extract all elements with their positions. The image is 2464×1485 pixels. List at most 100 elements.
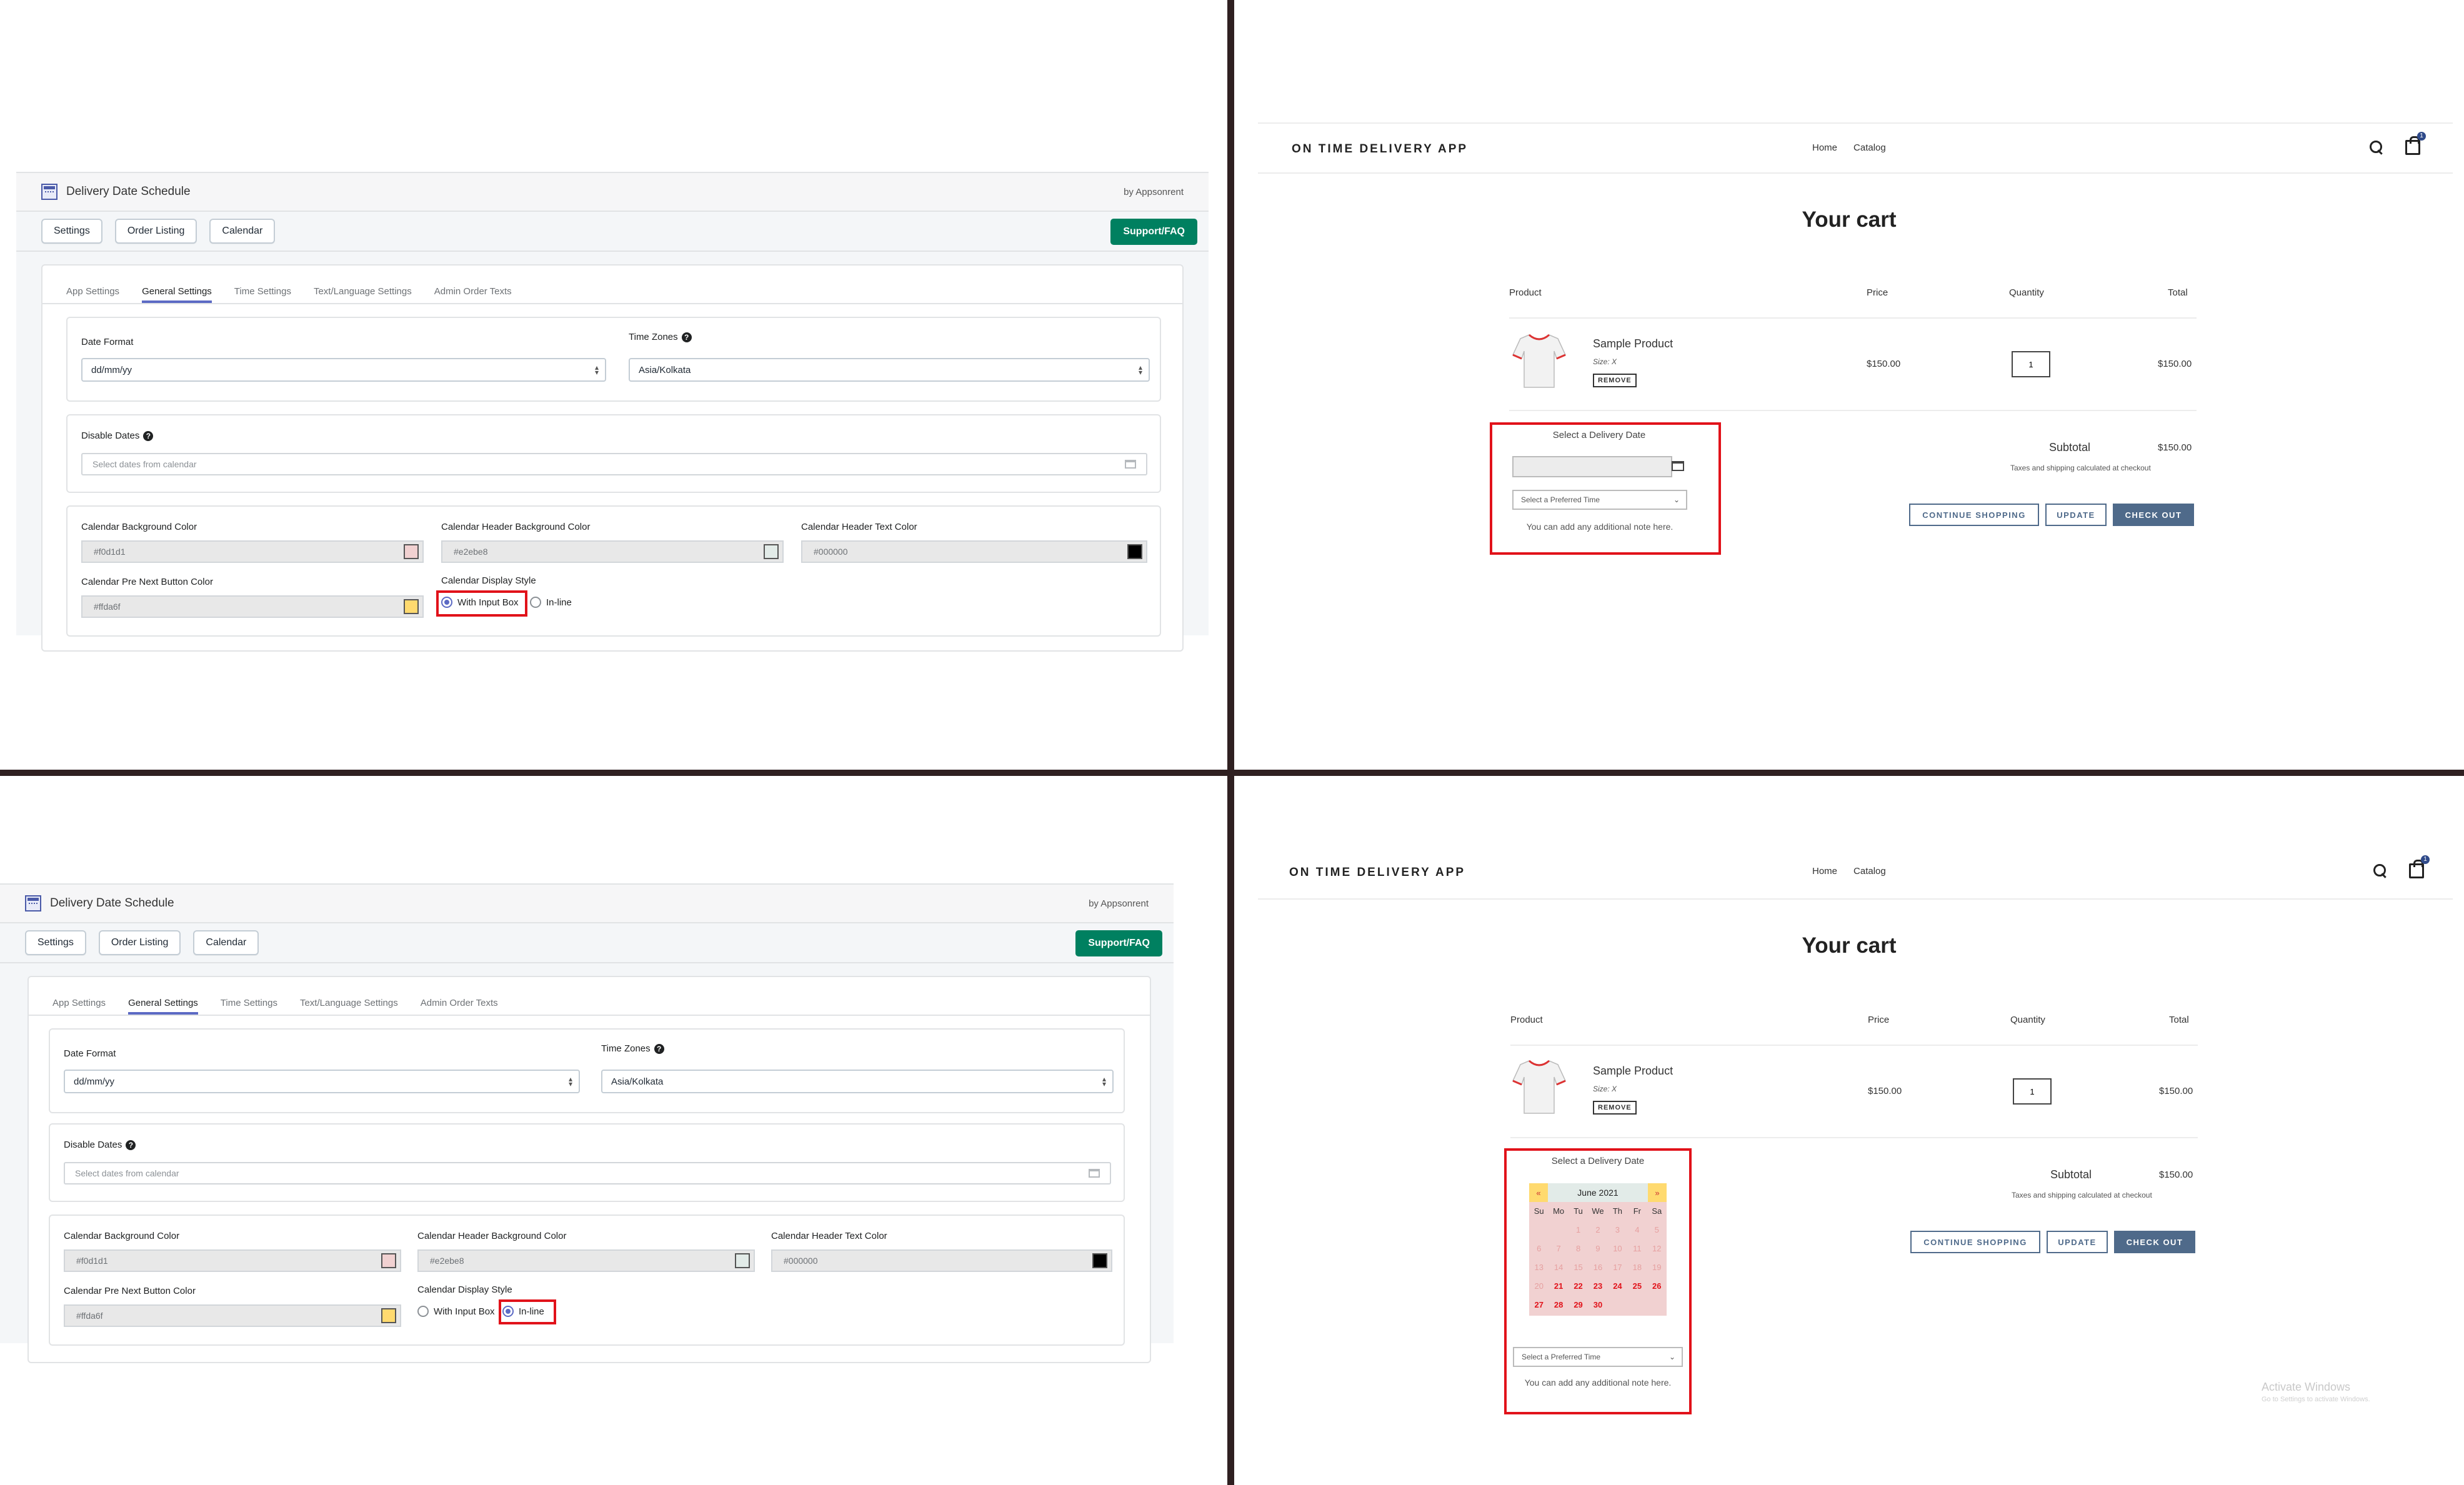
calendar-day-available[interactable]: 27 <box>1529 1296 1549 1314</box>
product-name[interactable]: Sample Product <box>1593 1065 1673 1078</box>
cal-header-text-swatch[interactable] <box>1127 544 1142 559</box>
support-faq-button[interactable]: Support/FAQ <box>1110 219 1197 245</box>
cal-header-text-value: #000000 <box>784 1256 818 1266</box>
calendar-day-disabled: 17 <box>1613 1263 1622 1272</box>
cal-prenext-swatch[interactable] <box>404 599 419 614</box>
tab-time-settings[interactable]: Time Settings <box>221 998 277 1015</box>
header-divider <box>1258 172 2453 174</box>
order-listing-button[interactable]: Order Listing <box>114 219 197 244</box>
checkout-button[interactable]: CHECK OUT <box>2114 1231 2195 1253</box>
app-title: Delivery Date Schedule <box>66 185 191 198</box>
store-brand[interactable]: ON TIME DELIVERY APP <box>1289 866 1465 880</box>
cal-header-text-input[interactable]: #000000 <box>771 1249 1112 1272</box>
time-zone-value: Asia/Kolkata <box>639 364 691 375</box>
tab-general-settings[interactable]: General Settings <box>128 998 198 1015</box>
settings-button[interactable]: Settings <box>25 930 86 955</box>
order-listing-button[interactable]: Order Listing <box>98 930 181 955</box>
product-image[interactable] <box>1510 330 1568 390</box>
calendar-day-available[interactable]: 24 <box>1608 1277 1627 1296</box>
tab-time-settings[interactable]: Time Settings <box>234 286 291 303</box>
cal-bg-input[interactable]: #f0d1d1 <box>64 1249 401 1272</box>
store-brand[interactable]: ON TIME DELIVERY APP <box>1292 142 1468 156</box>
tab-text-language-settings[interactable]: Text/Language Settings <box>300 998 398 1015</box>
disable-dates-input[interactable]: Select dates from calendar <box>81 453 1147 475</box>
support-faq-button[interactable]: Support/FAQ <box>1075 930 1162 956</box>
calendar-button[interactable]: Calendar <box>209 219 276 244</box>
calendar-day-available[interactable]: 29 <box>1569 1296 1588 1314</box>
time-zone-select[interactable]: Asia/Kolkata ▴ ▾ <box>629 358 1150 382</box>
tab-admin-order-texts[interactable]: Admin Order Texts <box>434 286 512 303</box>
calendar-day-available[interactable]: 21 <box>1549 1277 1568 1296</box>
help-icon[interactable]: ? <box>681 332 692 342</box>
date-format-select[interactable]: dd/mm/yy ▴ ▾ <box>81 358 606 382</box>
preferred-time-select[interactable]: Select a Preferred Time ⌄ <box>1513 1347 1683 1367</box>
search-icon[interactable] <box>2369 140 2384 155</box>
cal-header-bg-swatch[interactable] <box>735 1253 750 1268</box>
continue-shopping-button[interactable]: CONTINUE SHOPPING <box>1910 1231 2040 1253</box>
remove-button[interactable]: REMOVE <box>1593 1101 1637 1115</box>
calendar-day-available[interactable]: 30 <box>1588 1296 1607 1314</box>
update-button[interactable]: UPDATE <box>2047 1231 2108 1253</box>
disable-dates-input[interactable]: Select dates from calendar <box>64 1162 1111 1185</box>
cal-bg-swatch[interactable] <box>404 544 419 559</box>
settings-button[interactable]: Settings <box>41 219 102 244</box>
cal-header-bg-input[interactable]: #e2ebe8 <box>441 540 784 563</box>
update-button[interactable]: UPDATE <box>2045 504 2107 526</box>
next-month-button[interactable]: » <box>1648 1183 1667 1202</box>
calendar-day-available[interactable]: 22 <box>1569 1277 1588 1296</box>
cal-header-text-input[interactable]: #000000 <box>801 540 1147 563</box>
cart-icon[interactable]: 1 <box>2409 855 2430 878</box>
help-icon[interactable]: ? <box>654 1043 664 1054</box>
nav-catalog[interactable]: Catalog <box>1853 866 1886 877</box>
day-name: Mo <box>1553 1206 1565 1216</box>
prev-month-button[interactable]: « <box>1529 1183 1548 1202</box>
cal-header-text-swatch[interactable] <box>1092 1253 1107 1268</box>
date-format-select[interactable]: dd/mm/yy ▴ ▾ <box>64 1070 580 1093</box>
nav-catalog[interactable]: Catalog <box>1853 142 1886 153</box>
calendar-button[interactable]: Calendar <box>193 930 259 955</box>
calendar-day-available[interactable]: 25 <box>1627 1277 1647 1296</box>
calendar-icon[interactable] <box>1672 461 1684 471</box>
cal-bg-input[interactable]: #f0d1d1 <box>81 540 424 563</box>
calendar-day-available[interactable]: 26 <box>1647 1277 1667 1296</box>
disable-dates-section: Disable Dates? Select dates from calenda… <box>66 414 1161 493</box>
calendar-day-disabled: 8 <box>1575 1244 1581 1253</box>
cal-header-bg-swatch[interactable] <box>764 544 779 559</box>
radio-inline[interactable]: In-line <box>530 597 572 608</box>
calendar-day-available[interactable]: 28 <box>1549 1296 1568 1314</box>
cal-bg-label: Calendar Background Color <box>64 1231 180 1241</box>
cart-icon[interactable]: 1 <box>2405 132 2426 155</box>
nav-home[interactable]: Home <box>1812 866 1837 877</box>
search-icon[interactable] <box>2373 863 2388 878</box>
cal-prenext-swatch[interactable] <box>381 1308 396 1323</box>
time-zone-select[interactable]: Asia/Kolkata ▴ ▾ <box>601 1070 1114 1093</box>
product-name[interactable]: Sample Product <box>1593 337 1673 350</box>
cal-bg-swatch[interactable] <box>381 1253 396 1268</box>
tab-app-settings[interactable]: App Settings <box>66 286 119 303</box>
nav-home[interactable]: Home <box>1812 142 1837 153</box>
quantity-input[interactable]: 1 <box>2012 351 2050 377</box>
calendar-day-disabled: 3 <box>1615 1225 1620 1234</box>
day-name: Sa <box>1652 1206 1662 1216</box>
tab-general-settings[interactable]: General Settings <box>142 286 212 303</box>
cal-prenext-input[interactable]: #ffda6f <box>64 1304 401 1327</box>
delivery-date-input[interactable] <box>1512 456 1672 477</box>
preferred-time-select[interactable]: Select a Preferred Time ⌄ <box>1512 490 1687 510</box>
vendor-label: by Appsonrent <box>1124 186 1184 197</box>
checkout-button[interactable]: CHECK OUT <box>2113 504 2194 526</box>
continue-shopping-button[interactable]: CONTINUE SHOPPING <box>1909 504 2039 526</box>
help-icon[interactable]: ? <box>126 1140 136 1150</box>
tab-admin-order-texts[interactable]: Admin Order Texts <box>421 998 498 1015</box>
cal-header-bg-input[interactable]: #e2ebe8 <box>417 1249 755 1272</box>
settings-card: App Settings General Settings Time Setti… <box>27 976 1151 1363</box>
tab-app-settings[interactable]: App Settings <box>52 998 106 1015</box>
cal-prenext-input[interactable]: #ffda6f <box>81 595 424 618</box>
quantity-input[interactable]: 1 <box>2013 1078 2052 1105</box>
radio-with-input-box[interactable]: With Input Box <box>417 1306 495 1317</box>
product-price: $150.00 <box>1867 359 1901 369</box>
help-icon[interactable]: ? <box>143 430 154 441</box>
tab-text-language-settings[interactable]: Text/Language Settings <box>314 286 412 303</box>
product-image[interactable] <box>1510 1056 1568 1116</box>
remove-button[interactable]: REMOVE <box>1593 374 1637 387</box>
calendar-day-available[interactable]: 23 <box>1588 1277 1607 1296</box>
